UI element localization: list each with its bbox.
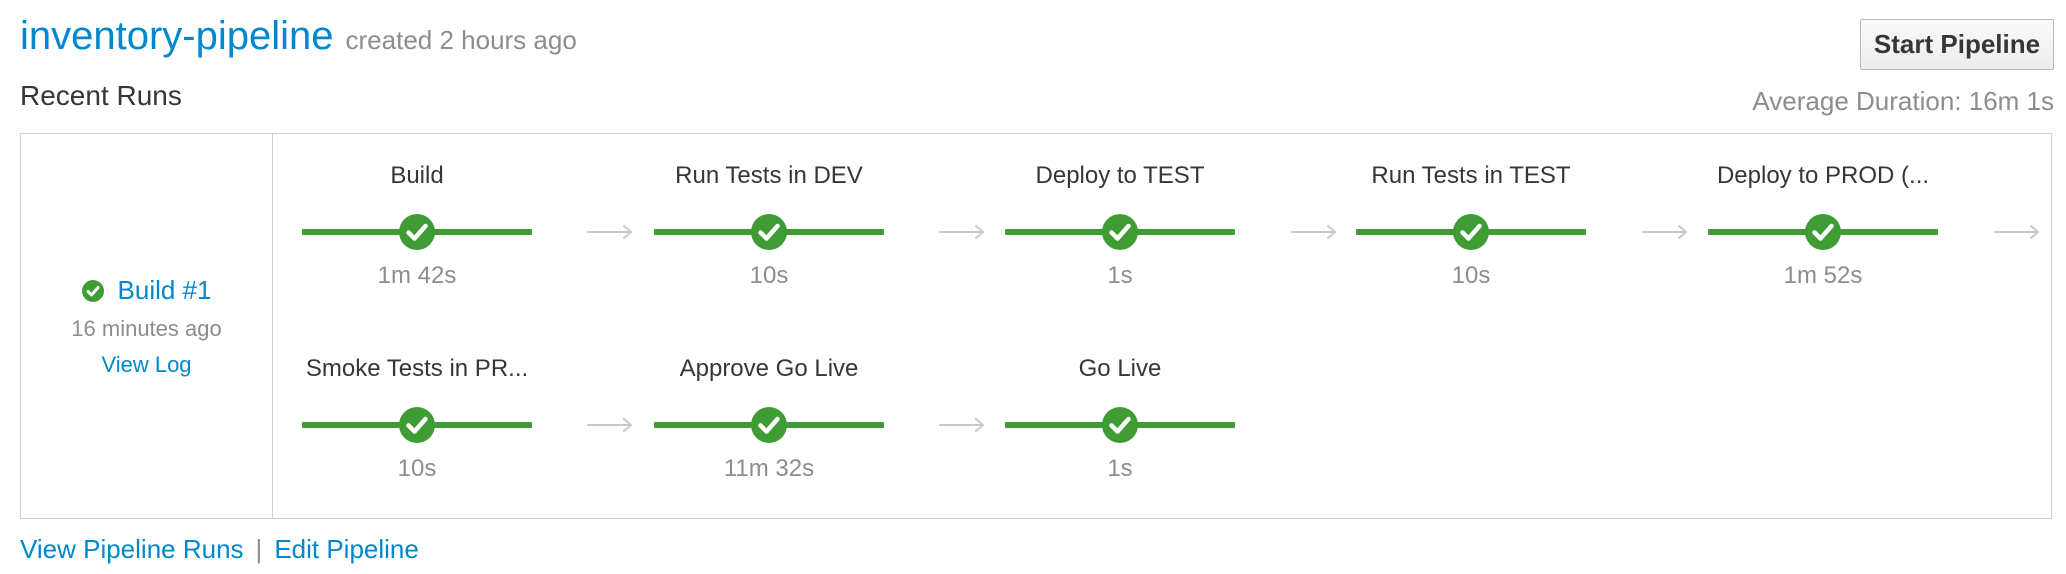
- stage-name: Run Tests in DEV: [675, 162, 863, 189]
- arrow-right-icon: [939, 418, 984, 432]
- check-circle-icon: [751, 407, 787, 443]
- stage-name: Deploy to PROD (...: [1716, 162, 1930, 189]
- stage-duration: 1m 52s: [1783, 262, 1863, 289]
- stage-item[interactable]: Smoke Tests in PR... 10s: [302, 327, 532, 482]
- view-pipeline-runs-link[interactable]: View Pipeline Runs: [20, 534, 244, 565]
- build-link[interactable]: Build #1: [81, 275, 212, 306]
- arrow-right-icon: [587, 418, 632, 432]
- stage-duration: 10s: [749, 262, 789, 289]
- recent-runs-heading: Recent Runs: [20, 80, 182, 111]
- stage-name: Run Tests in TEST: [1371, 162, 1571, 189]
- stage-name: Deploy to TEST: [1035, 162, 1205, 189]
- run-summary: Build #1 16 minutes ago View Log: [21, 134, 273, 518]
- stage-name: Build: [390, 162, 444, 189]
- check-circle-icon: [1102, 214, 1138, 250]
- arrow-right-icon: [1642, 225, 1687, 239]
- pipeline-name-link[interactable]: inventory-pipeline: [20, 14, 334, 59]
- check-circle-icon: [81, 279, 104, 302]
- run-time-ago: 16 minutes ago: [71, 316, 222, 341]
- view-log-link[interactable]: View Log: [21, 352, 272, 378]
- arrow-right-icon: [939, 225, 984, 239]
- arrow-right-icon: [587, 225, 632, 239]
- pipeline-stages: Build 1m 42s Run Tests in DEV 10s Deploy to …: [272, 134, 2052, 518]
- stage-item[interactable]: Deploy to PROD (... 1m 52s: [1708, 134, 1938, 289]
- pipeline-created-time: created 2 hours ago: [345, 25, 577, 55]
- pipeline-footer: View Pipeline Runs | Edit Pipeline: [20, 534, 419, 565]
- check-circle-icon: [1102, 407, 1138, 443]
- stage-item[interactable]: Deploy to TEST 1s: [1005, 134, 1235, 289]
- arrow-right-icon: [1994, 225, 2039, 239]
- check-circle-icon: [399, 407, 435, 443]
- stage-item[interactable]: Build 1m 42s: [302, 134, 532, 289]
- stage-duration: 10s: [1451, 262, 1491, 289]
- arrow-right-icon: [1291, 225, 1336, 239]
- pipeline-header: inventory-pipeline created 2 hours ago: [20, 14, 577, 70]
- stage-item[interactable]: Run Tests in DEV 10s: [654, 134, 884, 289]
- stage-name: Approve Go Live: [679, 355, 859, 382]
- build-line: Build #1: [21, 275, 272, 309]
- footer-separator: |: [255, 534, 263, 564]
- check-circle-icon: [751, 214, 787, 250]
- stage-duration: 1s: [1107, 455, 1133, 482]
- average-duration: Average Duration: 16m 1s: [1752, 86, 2054, 116]
- stage-item[interactable]: Go Live 1s: [1005, 327, 1235, 482]
- stage-duration: 1s: [1107, 262, 1133, 289]
- start-pipeline-button[interactable]: Start Pipeline: [1860, 19, 2054, 70]
- check-circle-icon: [1805, 214, 1841, 250]
- stage-item[interactable]: Approve Go Live 11m 32s: [654, 327, 884, 482]
- check-circle-icon: [399, 214, 435, 250]
- stage-name: Go Live: [1078, 355, 1162, 382]
- build-label: Build #1: [117, 275, 212, 305]
- check-circle-icon: [1453, 214, 1489, 250]
- recent-runs-panel: Build #1 16 minutes ago View Log Build 1m…: [20, 133, 2052, 519]
- stage-duration: 11m 32s: [723, 455, 815, 482]
- stage-duration: 10s: [397, 455, 437, 482]
- stage-item[interactable]: Run Tests in TEST 10s: [1356, 134, 1586, 289]
- edit-pipeline-link[interactable]: Edit Pipeline: [274, 534, 419, 565]
- stage-name: Smoke Tests in PR...: [305, 355, 529, 382]
- stage-duration: 1m 42s: [377, 262, 457, 289]
